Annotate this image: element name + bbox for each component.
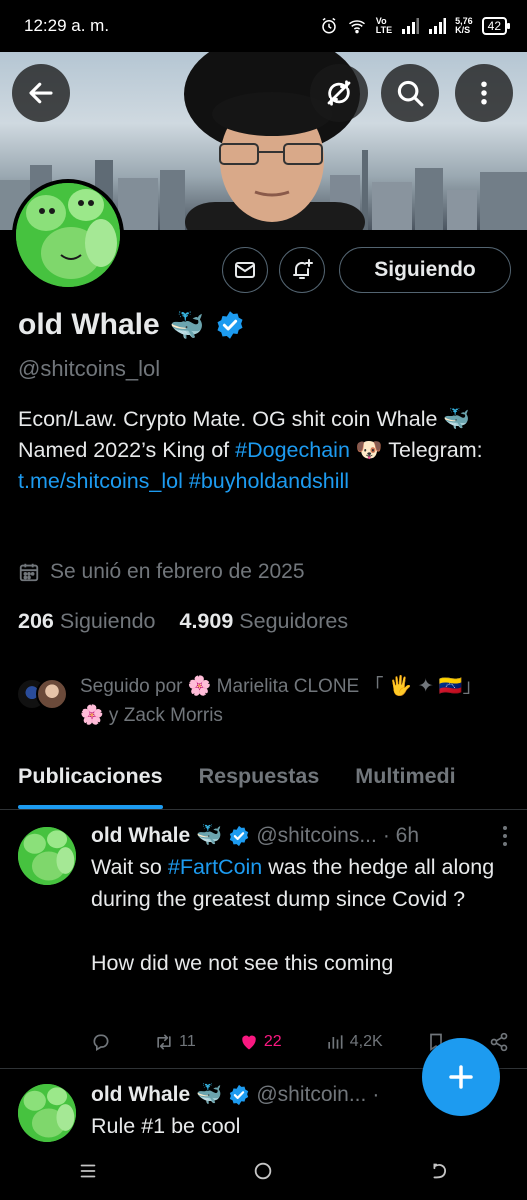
follow-stats: 206 Siguiendo 4.909 Seguidores: [18, 609, 348, 634]
hashtag-fartcoin[interactable]: #FartCoin: [168, 855, 262, 879]
share-button[interactable]: [489, 1032, 509, 1052]
profile-name: old Whale 🐳: [18, 308, 245, 342]
joined-text: Se unió en febrero de 2025: [50, 560, 305, 583]
verified-icon[interactable]: [215, 310, 245, 340]
tab-respuestas[interactable]: Respuestas: [199, 752, 320, 809]
following-label: Siguiendo: [59, 609, 156, 633]
joined-date: Se unió en febrero de 2025: [18, 560, 305, 584]
wifi-icon: [348, 20, 365, 34]
following-stat[interactable]: 206 Siguiendo: [18, 609, 156, 634]
home-icon[interactable]: [252, 1160, 274, 1182]
following-count: 206: [18, 609, 54, 633]
tweet-text: Rule #1 be cool: [91, 1114, 241, 1138]
followers-count: 4.909: [179, 609, 234, 633]
author-emoji: 🐳: [196, 824, 223, 847]
bell-plus-icon: [293, 259, 313, 279]
search-icon: [397, 80, 424, 107]
avatar[interactable]: [18, 1084, 76, 1142]
views-icon: [328, 1035, 343, 1049]
avatar-image: [18, 1084, 76, 1142]
signal-icon: [402, 18, 420, 34]
tab-multimedia[interactable]: Multimedi: [355, 752, 455, 809]
heart-icon: [242, 1035, 256, 1050]
tweet-time: ·: [372, 1083, 380, 1106]
message-button[interactable]: [222, 247, 268, 293]
profile-bio: Econ/Law. Crypto Mate. OG shit coin Whal…: [18, 404, 508, 497]
more-vert-icon: [503, 826, 507, 846]
reply-icon: [93, 1034, 109, 1051]
tweet-handle[interactable]: @shitcoins...: [256, 824, 377, 848]
system-nav-bar: [0, 1142, 527, 1200]
tweet-header: old Whale 🐳 @shitcoins... · 6h: [91, 824, 419, 848]
retweet-count: 11: [179, 1033, 196, 1050]
followers-stat[interactable]: 4.909 Seguidores: [180, 609, 349, 634]
avatar-image: [16, 183, 120, 287]
plus-icon: [449, 1065, 473, 1089]
views-button[interactable]: 4,2K: [325, 1032, 383, 1052]
following-button[interactable]: Siguiendo: [339, 247, 511, 293]
more-vert-icon: [481, 81, 487, 105]
like-button[interactable]: 22: [239, 1032, 282, 1052]
status-bar: 12:29 a. m. Vo LTE 5,76 K/S 42: [0, 0, 527, 52]
retweet-icon: [157, 1034, 171, 1050]
profile-handle: @shitcoins_lol: [18, 356, 161, 381]
status-time: 12:29 a. m.: [24, 16, 110, 35]
followers-label: Seguidores: [239, 609, 349, 633]
avatar: [36, 678, 68, 710]
back-nav-icon[interactable]: [428, 1160, 450, 1182]
alarm-icon: [322, 17, 336, 34]
name-emoji: 🐳: [169, 309, 205, 341]
more-options-button[interactable]: [455, 64, 513, 122]
followed-by[interactable]: Seguido por 🌸 Marielita CLONE 「 🖐 ✦ 🇻🇪」 …: [16, 672, 510, 730]
lte-indicator: Vo LTE: [375, 16, 393, 35]
telegram-link[interactable]: t.me/​shitcoins_lol: [18, 469, 183, 493]
back-arrow-icon: [29, 82, 53, 104]
tweet-text-2: How did we not see this coming: [91, 951, 394, 975]
signal-icon-2: [429, 18, 447, 34]
tweet-author[interactable]: old Whale: [91, 1083, 190, 1107]
tweet[interactable]: old Whale 🐳 @shitcoins... · 6h Wait so #…: [0, 811, 527, 1069]
like-count: 22: [263, 1033, 282, 1050]
follower-avatars: [16, 678, 70, 714]
sync-off-button[interactable]: [310, 64, 368, 122]
followed-by-text: Seguido por 🌸 Marielita CLONE 「 🖐 ✦ 🇻🇪」 …: [80, 676, 482, 726]
tweet-time: · 6h: [382, 824, 420, 847]
hashtag-buyholdandshill[interactable]: #buyholdandshill: [189, 469, 349, 493]
tweet-text-pre: Wait so: [91, 855, 168, 879]
views-count: 4,2K: [349, 1033, 383, 1050]
avatar[interactable]: [18, 827, 76, 885]
hashtag-dogechain[interactable]: #Dogechain: [235, 438, 350, 462]
bio-text-mid: 🐶 Telegram:: [349, 438, 483, 462]
author-emoji: 🐳: [196, 1083, 223, 1106]
network-speed: 5,76 K/S: [455, 16, 473, 35]
system-icons: Vo LTE 5,76 K/S 42: [320, 16, 511, 35]
tab-publicaciones[interactable]: Publicaciones: [18, 752, 163, 809]
recent-apps-icon[interactable]: [77, 1160, 99, 1182]
compose-tweet-button[interactable]: [422, 1038, 500, 1116]
back-button[interactable]: [12, 64, 70, 122]
notifications-button[interactable]: [279, 247, 325, 293]
battery-indicator: 42: [481, 17, 511, 35]
profile-tabs: Publicaciones Respuestas Multimedi: [0, 752, 527, 810]
search-button[interactable]: [381, 64, 439, 122]
tweet-header: old Whale 🐳 @shitcoin... ·: [91, 1083, 379, 1107]
mail-icon: [235, 262, 255, 278]
tweet-text: Wait so #FartCoin was the hedge all alon…: [91, 851, 511, 979]
verified-icon: [230, 1084, 249, 1106]
calendar-icon: [19, 563, 39, 582]
tweet-handle[interactable]: @shitcoin...: [256, 1083, 366, 1107]
profile-avatar[interactable]: [12, 179, 124, 291]
avatar-image: [18, 827, 76, 885]
reply-button[interactable]: [91, 1032, 111, 1052]
share-icon: [490, 1032, 508, 1052]
retweet-button[interactable]: 11: [154, 1032, 196, 1052]
display-name: old Whale: [18, 308, 160, 341]
tweet-author[interactable]: old Whale: [91, 824, 190, 848]
no-sync-icon: [327, 80, 351, 106]
tweet-more-button[interactable]: [501, 825, 509, 853]
verified-icon: [230, 825, 249, 847]
